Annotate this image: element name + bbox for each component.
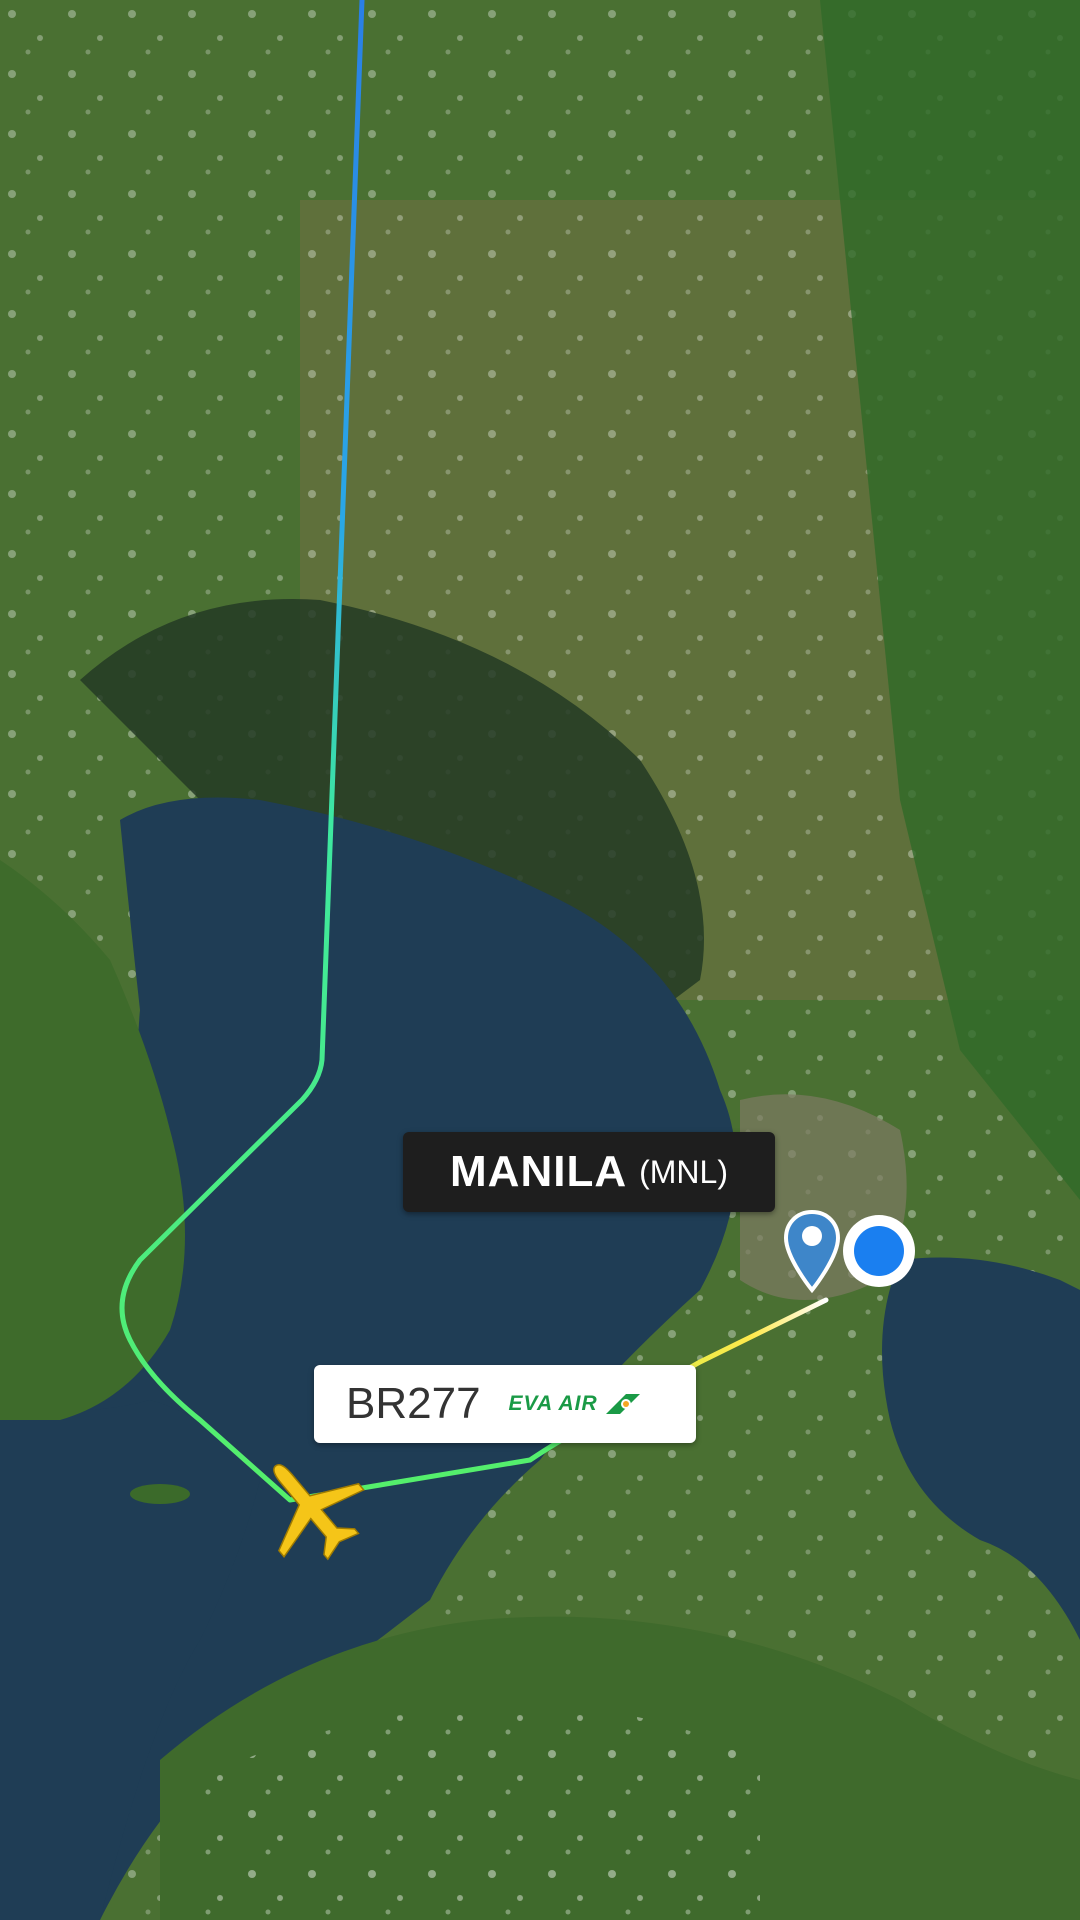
eva-air-logo (605, 1394, 640, 1414)
airline-branding: EVA AIR (509, 1390, 642, 1418)
airport-name: MANILA (450, 1147, 628, 1196)
airport-code: (MNL) (639, 1153, 728, 1190)
flight-tracking-map[interactable]: MANILA (MNL) BR277 EVA AIR (0, 0, 1080, 1920)
airline-name: EVA AIR (508, 1392, 598, 1415)
satellite-map-background[interactable] (0, 0, 1080, 1920)
location-dot-icon[interactable] (840, 1212, 918, 1290)
flight-callsign: BR277 (346, 1379, 481, 1428)
airplane-icon[interactable] (246, 1448, 376, 1568)
flight-label[interactable]: BR277 EVA AIR (314, 1365, 696, 1443)
map-pin-icon[interactable] (782, 1208, 842, 1296)
airport-label[interactable]: MANILA (MNL) (403, 1132, 775, 1212)
